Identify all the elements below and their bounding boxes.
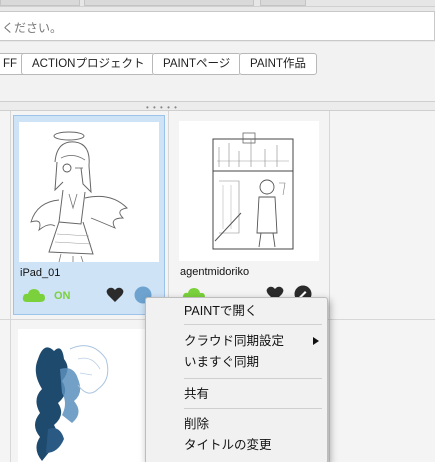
menu-item-sync-now[interactable]: いますぐ同期 (146, 352, 327, 372)
tag-button[interactable]: ACTIONプロジェクト (21, 53, 156, 75)
search-input[interactable]: ください。 (0, 11, 435, 41)
work-card-ipad01[interactable]: iPad_01 ON (13, 115, 165, 315)
cloud-icon (22, 289, 45, 302)
sketch-blue-character (35, 345, 109, 461)
menu-item-label: クラウド同期設定 (184, 334, 285, 348)
sketch-manga-page (212, 132, 294, 250)
top-toolbar-strip (0, 0, 435, 7)
work-card-agentmidoriko[interactable]: agentmidoriko (174, 115, 326, 315)
menu-item-open-in-paint[interactable]: PAINTで開く (146, 301, 327, 321)
work-card[interactable] (13, 325, 165, 462)
work-thumbnail (18, 329, 158, 462)
sketch-girl-angel (30, 131, 128, 262)
menu-item-delete[interactable]: 削除 (146, 414, 327, 434)
menu-item-share[interactable]: 共有 (146, 384, 327, 404)
tag-button[interactable]: PAINTページ (152, 53, 242, 75)
toolbar-segment[interactable] (260, 0, 306, 6)
grid-divider (10, 111, 11, 462)
work-thumbnail (179, 121, 319, 261)
work-title: iPad_01 (20, 267, 61, 279)
cloud-status-label: ON (54, 290, 71, 302)
grid-divider (329, 111, 330, 462)
pane-splitter[interactable]: • • • • • (0, 102, 435, 112)
tag-filter-row: FF ACTIONプロジェクト PAINTページ PAINT作品 (0, 42, 435, 102)
menu-separator (184, 324, 322, 325)
context-menu: PAINTで開く クラウド同期設定 いますぐ同期 共有 削除 タイトルの変更 (145, 297, 328, 462)
heart-icon[interactable] (106, 287, 124, 303)
toolbar-segment[interactable] (84, 0, 254, 6)
work-thumbnail (19, 122, 159, 262)
toolbar-segment[interactable] (0, 0, 80, 6)
menu-item-cloud-sync-settings[interactable]: クラウド同期設定 (146, 331, 327, 351)
search-placeholder: ください。 (2, 21, 63, 35)
submenu-arrow-icon (313, 337, 319, 345)
work-title: agentmidoriko (180, 266, 250, 278)
tag-button[interactable]: PAINT作品 (239, 53, 318, 75)
menu-separator (184, 378, 322, 379)
menu-item-rename[interactable]: タイトルの変更 (146, 435, 327, 455)
menu-separator (184, 408, 322, 409)
